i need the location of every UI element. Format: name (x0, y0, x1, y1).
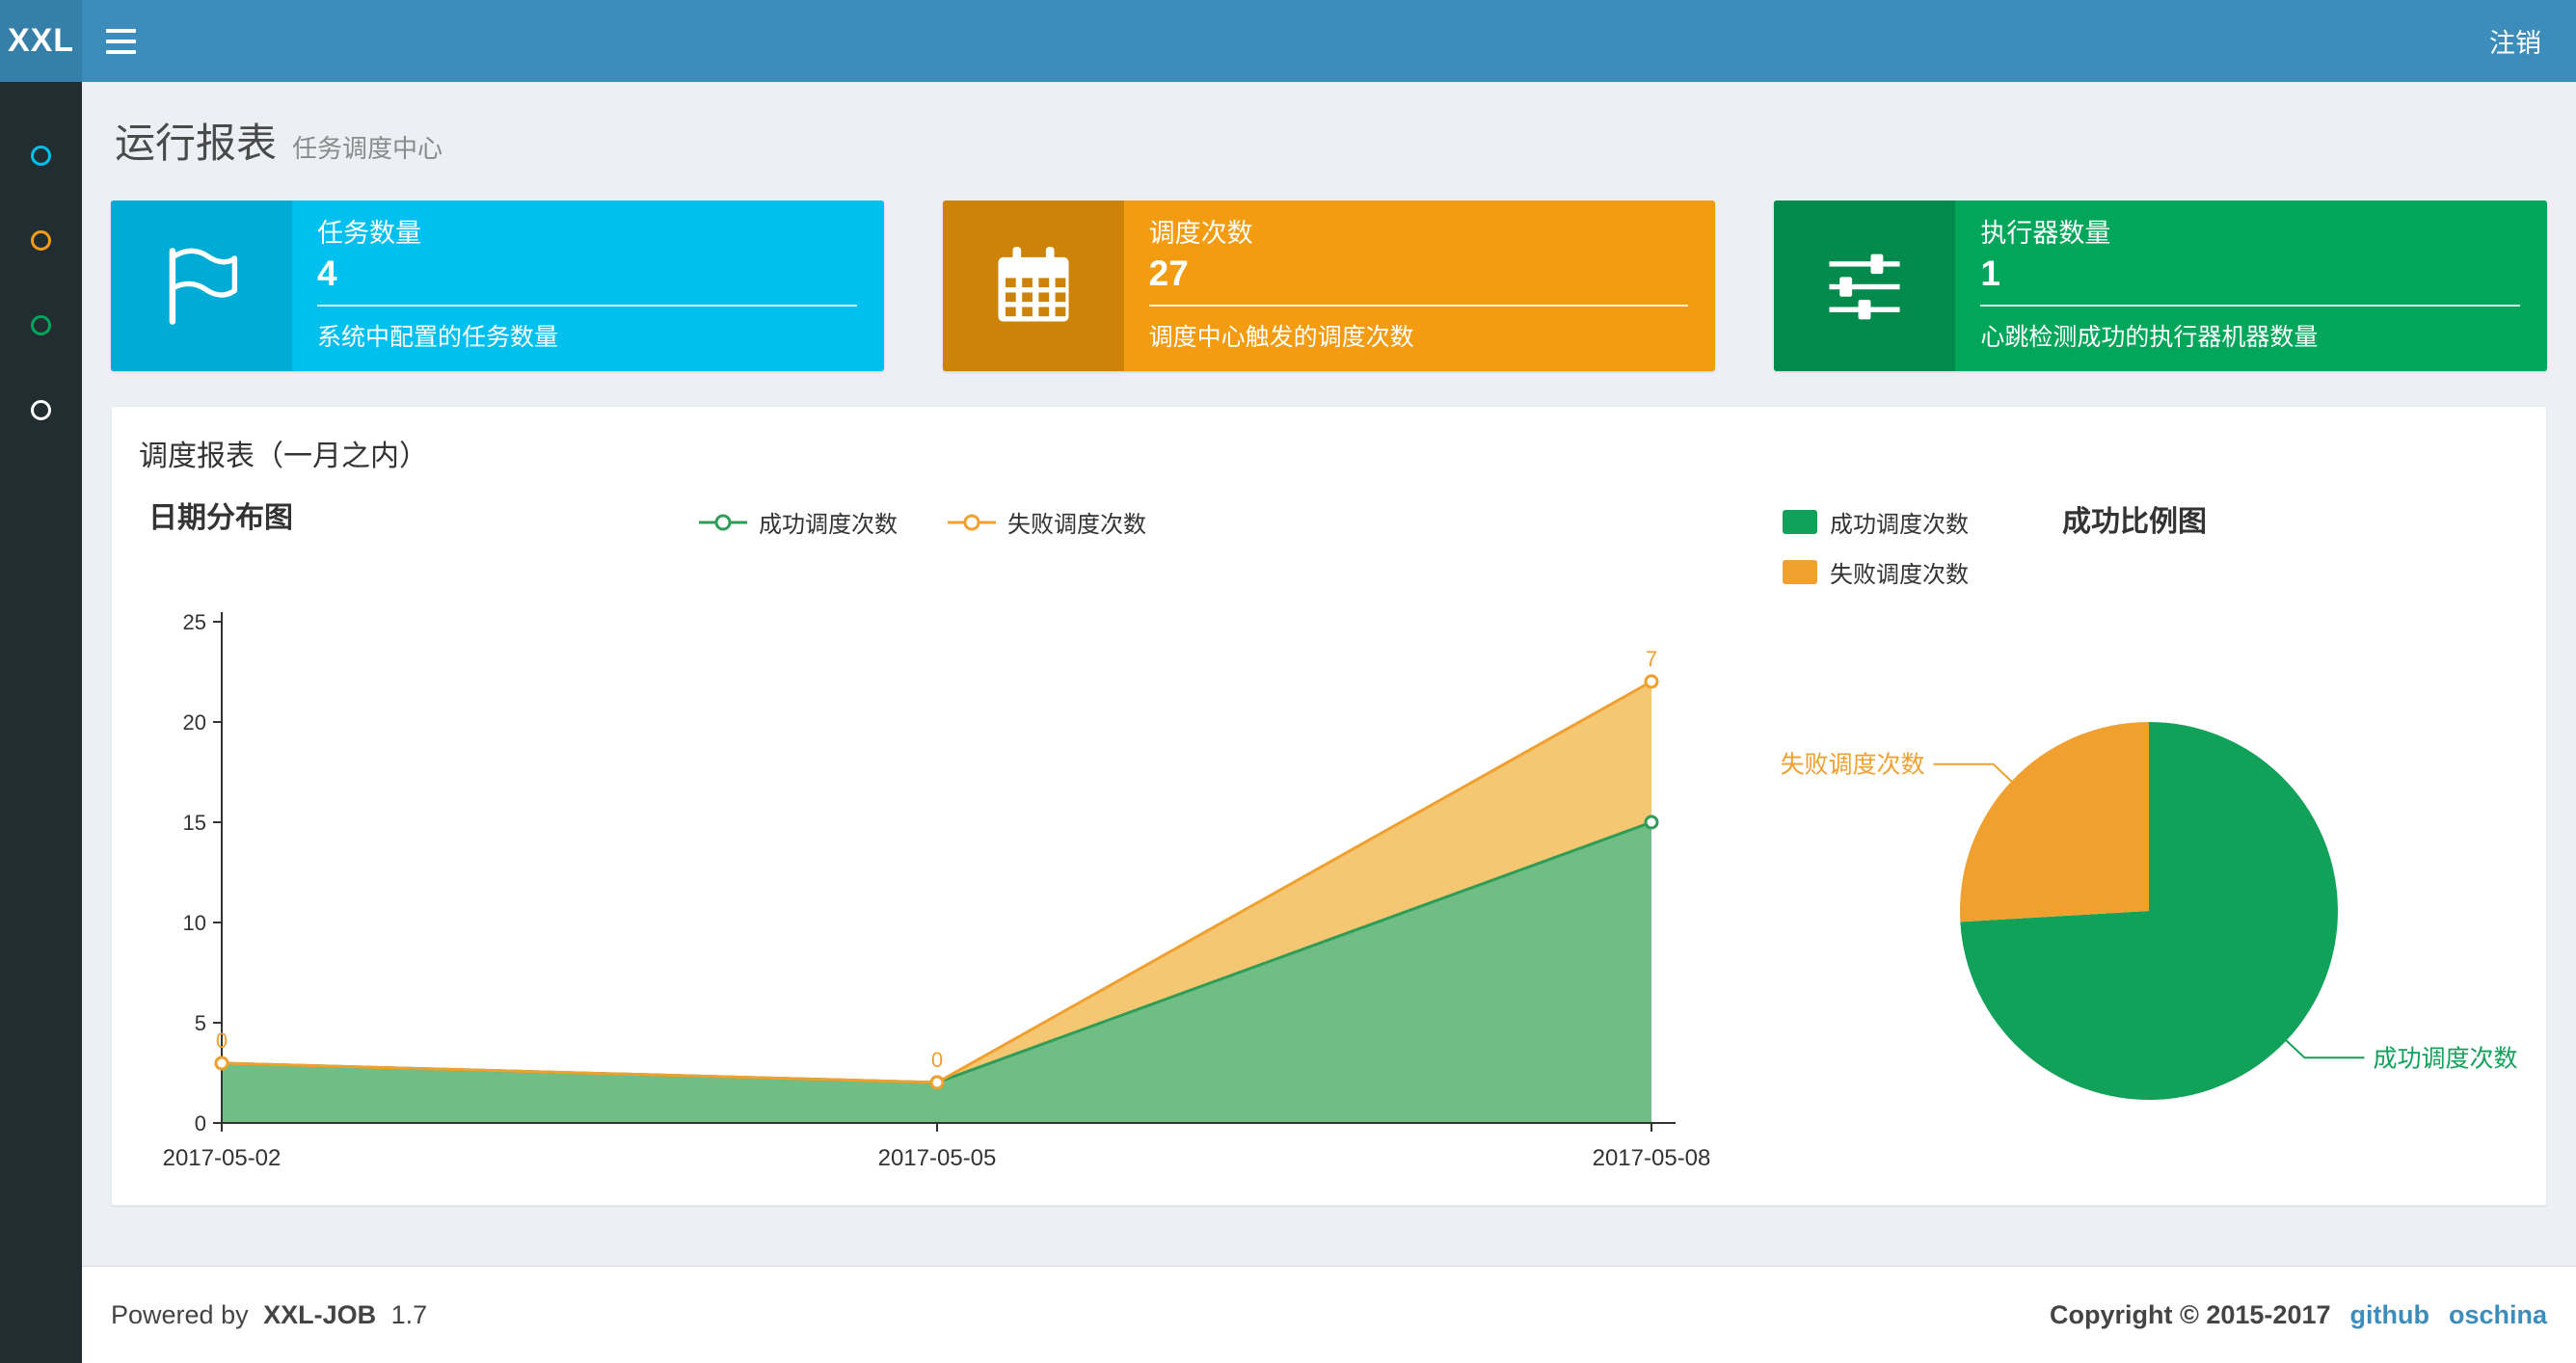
info-box-title: 执行器数量 (1980, 219, 2111, 248)
info-box-description: 系统中配置的任务数量 (317, 324, 559, 351)
date-distribution-area-chart: 05101520252017-05-02 2017-05-05 2017-05-08… (163, 610, 1711, 1171)
copyright-text: Copyright © 2015-2017 (2049, 1299, 2331, 1329)
circle-icon (31, 314, 51, 335)
legend-swatch-icon (1783, 560, 1817, 584)
copyright-area: Copyright © 2015-2017 github oschina (2050, 1300, 2547, 1330)
page-title-text: 运行报表 (115, 120, 278, 166)
github-link[interactable]: github (2350, 1300, 2429, 1330)
data-point[interactable] (929, 1075, 945, 1090)
svg-text:0: 0 (195, 1111, 206, 1136)
info-box-row: 任务数量 4 系统中配置的任务数量 调度次数 27 调度中心触发的调度次数 执行… (111, 200, 2548, 371)
data-point[interactable] (1644, 815, 1659, 830)
data-point[interactable] (1644, 674, 1659, 689)
flag-icon (169, 247, 238, 325)
top-navbar: XXL 注销 (0, 0, 2576, 82)
app-logo[interactable]: XXL (0, 0, 82, 82)
success-ratio-pie-chart: 成功调度次数 失败调度次数 (1780, 722, 2518, 1100)
dispatch-report-panel: 调度报表（一月之内） 日期分布图 成功调度次数 失败调度次数 0 5 10 15… (111, 406, 2547, 1206)
legend-label: 失败调度次数 (1830, 562, 1969, 588)
info-box-jobs: 任务数量 4 系统中配置的任务数量 (111, 200, 884, 371)
pie-label-line (2284, 1038, 2365, 1059)
svg-text:25: 25 (183, 610, 206, 634)
sidebar (0, 82, 82, 1363)
pie-legend-item-fail[interactable]: 失败调度次数 (1783, 555, 1969, 589)
info-box-value: 1 (1980, 254, 2000, 293)
product-version: 1.7 (390, 1299, 428, 1329)
svg-text:15: 15 (183, 811, 206, 835)
pie-legend-item-success[interactable]: 成功调度次数 (1783, 505, 1969, 539)
info-box-content: 任务数量 4 系统中配置的任务数量 (292, 200, 884, 371)
info-box-description: 心跳检测成功的执行器机器数量 (1980, 324, 2319, 351)
svg-text:5: 5 (195, 1011, 206, 1035)
info-box-title: 任务数量 (317, 219, 421, 248)
divider (1980, 305, 2521, 307)
info-box-icon-area (942, 200, 1124, 371)
sliders-icon (1829, 254, 1900, 319)
svg-text:7: 7 (1646, 647, 1657, 671)
circle-icon (31, 229, 51, 251)
info-box-title: 调度次数 (1148, 219, 1253, 248)
pie-slice-label: 成功调度次数 (2374, 1045, 2518, 1072)
divider (317, 305, 857, 307)
page-subtitle: 任务调度中心 (292, 134, 443, 163)
pie-chart-legend: 成功调度次数 失败调度次数 (1783, 505, 1969, 589)
svg-text:2017-05-02: 2017-05-02 (163, 1145, 282, 1171)
info-box-content: 执行器数量 1 心跳检测成功的执行器机器数量 (1955, 200, 2547, 371)
logout-link[interactable]: 注销 (2455, 0, 2576, 82)
panel-title: 调度报表（一月之内） (139, 441, 428, 472)
legend-label: 成功调度次数 (1830, 512, 1969, 538)
page-footer: Powered by XXL-JOB 1.7 Copyright © 2015-… (82, 1266, 2576, 1363)
hamburger-icon (105, 39, 136, 43)
main-content: 运行报表 任务调度中心 任务数量 4 系统中配置的任务数量 调度次数 27 调度… (82, 82, 2576, 1363)
pie-slice[interactable] (1959, 722, 2149, 922)
pie-label-line (1933, 762, 2014, 784)
svg-text:10: 10 (183, 911, 206, 935)
product-name: XXL-JOB (263, 1299, 377, 1329)
svg-text:2017-05-08: 2017-05-08 (1593, 1145, 1711, 1171)
powered-by: Powered by XXL-JOB 1.7 (111, 1300, 435, 1330)
calendar-icon (998, 246, 1069, 322)
data-point[interactable] (214, 1056, 229, 1071)
svg-text:2017-05-05: 2017-05-05 (878, 1145, 997, 1171)
oschina-link[interactable]: oschina (2449, 1300, 2547, 1330)
content-header: 运行报表 任务调度中心 (111, 82, 2547, 200)
hamburger-icon (105, 49, 136, 54)
legend-swatch-icon (1783, 510, 1817, 534)
pie-chart-title: 成功比例图 (2062, 506, 2207, 538)
circle-icon (31, 145, 51, 166)
info-box-executors: 执行器数量 1 心跳检测成功的执行器机器数量 (1774, 200, 2548, 371)
hamburger-icon (105, 28, 136, 33)
divider (1148, 305, 1689, 307)
circle-icon (31, 399, 51, 420)
page-title: 运行报表 任务调度中心 (115, 120, 2543, 172)
svg-text:20: 20 (183, 710, 206, 735)
info-box-description: 调度中心触发的调度次数 (1148, 324, 1414, 351)
svg-text:0: 0 (931, 1048, 943, 1072)
info-box-icon-area (111, 200, 292, 371)
sidebar-menu-item-3[interactable] (0, 282, 82, 367)
sidebar-menu-item-1[interactable] (0, 113, 82, 198)
info-box-value: 27 (1148, 254, 1189, 293)
sidebar-menu-item-4[interactable] (0, 367, 82, 452)
info-box-value: 4 (317, 254, 337, 293)
powered-prefix: Powered by (111, 1299, 249, 1329)
sidebar-menu-item-2[interactable] (0, 198, 82, 282)
sidebar-toggle-button[interactable] (82, 0, 159, 82)
pie-slice-label: 失败调度次数 (1780, 752, 1924, 779)
svg-text:0: 0 (216, 1029, 228, 1053)
info-box-content: 调度次数 27 调度中心触发的调度次数 (1124, 200, 1716, 371)
info-box-icon-area (1774, 200, 1956, 371)
info-box-triggers: 调度次数 27 调度中心触发的调度次数 (942, 200, 1716, 371)
